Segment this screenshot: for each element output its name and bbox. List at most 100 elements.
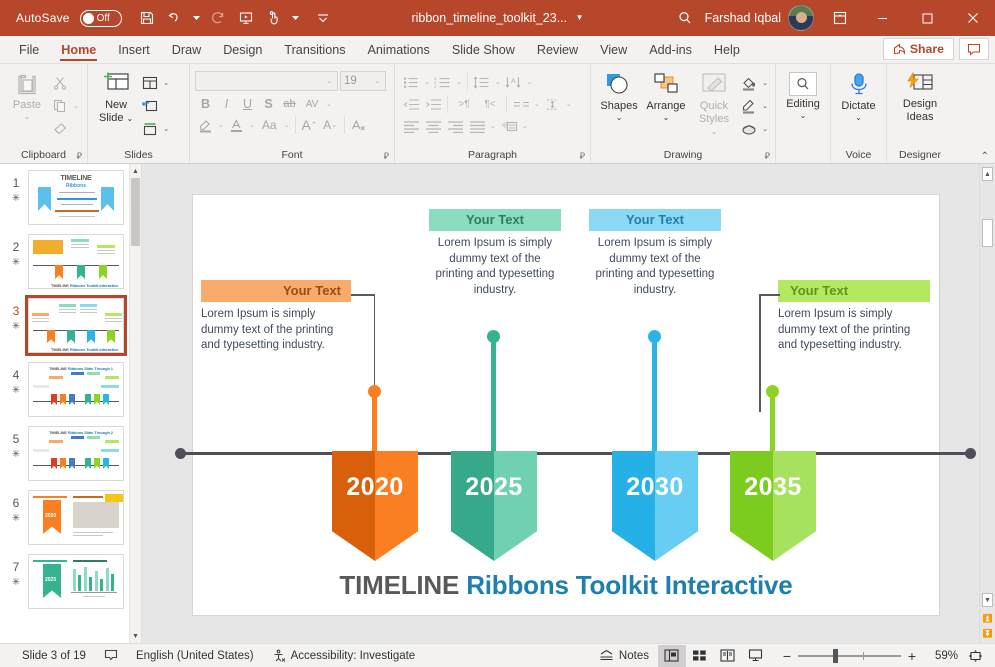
strikethrough-button[interactable]: ab bbox=[279, 94, 300, 114]
arrange-caret[interactable]: ⌄ bbox=[663, 113, 670, 121]
copy-caret[interactable]: ⌄ bbox=[71, 102, 81, 110]
text-direction-icon[interactable]: A bbox=[503, 71, 525, 93]
slide-sorter-icon[interactable] bbox=[686, 645, 714, 667]
character-spacing-button[interactable]: AV bbox=[300, 94, 324, 114]
font-dialog-launcher[interactable]: ⃂ bbox=[384, 151, 389, 162]
design-ideas-button[interactable]: Design Ideas bbox=[897, 69, 943, 123]
notes-button[interactable]: Notes bbox=[590, 644, 658, 667]
zoom-handle[interactable] bbox=[832, 648, 838, 663]
line-spacing-caret[interactable]: ⌄ bbox=[493, 78, 503, 86]
callout-2025[interactable]: Your Text Lorem Ipsum is simply dummy te… bbox=[429, 209, 561, 298]
text-shadow-button[interactable]: S bbox=[258, 94, 279, 114]
callout-2020-header[interactable]: Your Text bbox=[201, 280, 351, 302]
thumb-image-7[interactable]: 2025 bbox=[28, 554, 124, 609]
thumbnail-scroll-thumb[interactable] bbox=[131, 178, 140, 246]
align-left-icon[interactable] bbox=[400, 115, 422, 137]
thumb-image-2[interactable]: TIMELINE Ribbons Toolkit Interactive bbox=[28, 234, 124, 289]
ribbon-banner-2030[interactable]: 2030 bbox=[612, 451, 698, 561]
align-text-icon[interactable] bbox=[542, 93, 564, 115]
shape-outline-icon[interactable] bbox=[738, 95, 760, 117]
collapse-ribbon-icon[interactable]: ⌃ bbox=[981, 151, 989, 162]
decrease-indent-icon[interactable] bbox=[400, 93, 422, 115]
slide-thumbnail-5[interactable]: 5 ✳ TIMELINE Ribbons Slide Through 2 bbox=[4, 426, 141, 481]
section-icon[interactable] bbox=[139, 118, 161, 140]
slide-thumbnail-7[interactable]: 7 ✳ 2025 bbox=[4, 554, 141, 609]
ribbon-banner-2035[interactable]: 2035 bbox=[730, 451, 816, 561]
share-button[interactable]: Share bbox=[882, 38, 954, 60]
highlight-caret[interactable]: ⌄ bbox=[216, 121, 226, 129]
thumb-image-1[interactable]: TIMELINE Ribbons bbox=[28, 170, 124, 225]
previous-slide-button[interactable]: ⏫ bbox=[980, 614, 995, 623]
touch-mode-caret[interactable] bbox=[289, 5, 302, 31]
tab-home[interactable]: Home bbox=[50, 36, 107, 63]
columns-caret[interactable]: ⌄ bbox=[532, 100, 542, 108]
bullets-caret[interactable]: ⌄ bbox=[422, 78, 432, 86]
paste-button[interactable]: Paste ⌄ bbox=[5, 69, 49, 120]
align-text-caret[interactable]: ⌄ bbox=[564, 100, 574, 108]
close-button[interactable] bbox=[950, 0, 995, 36]
shape-outline-caret[interactable]: ⌄ bbox=[760, 102, 770, 110]
tab-animations[interactable]: Animations bbox=[357, 36, 441, 63]
paste-caret[interactable]: ⌄ bbox=[24, 112, 31, 120]
drawing-dialog-launcher[interactable]: ⃂ bbox=[765, 151, 770, 162]
copy-icon[interactable] bbox=[49, 95, 71, 117]
tab-draw[interactable]: Draw bbox=[161, 36, 212, 63]
editing-button[interactable]: Editing ⌄ bbox=[781, 69, 825, 119]
tab-help[interactable]: Help bbox=[703, 36, 751, 63]
line-spacing-icon[interactable] bbox=[471, 71, 493, 93]
editing-caret[interactable]: ⌄ bbox=[800, 111, 807, 119]
shapes-button[interactable]: Shapes ⌄ bbox=[596, 69, 642, 121]
increase-indent-icon[interactable] bbox=[422, 93, 444, 115]
change-case-caret[interactable]: ⌄ bbox=[282, 121, 292, 129]
dictate-caret[interactable]: ⌄ bbox=[855, 113, 862, 121]
text-direction-caret[interactable]: ⌄ bbox=[525, 78, 535, 86]
callout-2035-body[interactable]: Lorem Ipsum is simply dummy text of the … bbox=[778, 302, 930, 354]
font-color-caret[interactable]: ⌄ bbox=[247, 121, 257, 129]
justify-icon[interactable] bbox=[466, 115, 488, 137]
thumb-image-4[interactable]: TIMELINE Ribbons Slide Through 1 bbox=[28, 362, 124, 417]
zoom-out-button[interactable]: − bbox=[776, 648, 798, 664]
ribbon-display-options-icon[interactable] bbox=[820, 10, 860, 26]
ribbon-banner-2020[interactable]: 2020 bbox=[332, 451, 418, 561]
start-presentation-icon[interactable] bbox=[233, 5, 259, 31]
text-highlight-icon[interactable] bbox=[195, 115, 216, 135]
tab-view[interactable]: View bbox=[589, 36, 638, 63]
slide-thumbnail-4[interactable]: 4 ✳ TIMELINE Ribbons Slide Through 1 bbox=[4, 362, 141, 417]
thumbnail-scroll-down[interactable]: ▼ bbox=[130, 629, 141, 643]
left-to-right-icon[interactable]: >¶ bbox=[451, 93, 477, 115]
tab-slide-show[interactable]: Slide Show bbox=[441, 36, 526, 63]
slide-notes-icon[interactable] bbox=[95, 644, 127, 667]
shape-fill-icon[interactable] bbox=[738, 72, 760, 94]
columns-icon[interactable] bbox=[510, 93, 532, 115]
clipboard-dialog-launcher[interactable]: ⃂ bbox=[77, 151, 82, 162]
format-painter-icon[interactable] bbox=[49, 118, 71, 140]
increase-font-size-button[interactable]: A ⌃ bbox=[299, 115, 320, 135]
cut-icon[interactable] bbox=[49, 72, 71, 94]
paragraph-dialog-launcher[interactable]: ⃂ bbox=[580, 151, 585, 162]
callout-2035-header[interactable]: Your Text bbox=[778, 280, 930, 302]
justify-caret[interactable]: ⌄ bbox=[488, 122, 498, 130]
change-case-button[interactable]: Aa bbox=[257, 115, 282, 135]
normal-view-icon[interactable] bbox=[657, 644, 686, 667]
arrange-button[interactable]: Arrange ⌄ bbox=[642, 69, 690, 121]
convert-to-smartart-icon[interactable] bbox=[498, 115, 520, 137]
font-color-icon[interactable] bbox=[226, 115, 247, 135]
zoom-level[interactable]: 59% bbox=[929, 644, 964, 667]
customize-quick-access-icon[interactable] bbox=[310, 5, 336, 31]
numbering-caret[interactable]: ⌄ bbox=[454, 78, 464, 86]
align-center-icon[interactable] bbox=[422, 115, 444, 137]
canvas-scroll-up[interactable]: ▲ bbox=[982, 167, 993, 181]
slide-indicator[interactable]: Slide 3 of 19 bbox=[8, 644, 95, 667]
align-right-icon[interactable] bbox=[444, 115, 466, 137]
maximize-button[interactable] bbox=[905, 0, 950, 36]
fit-slide-to-window-icon[interactable] bbox=[964, 644, 987, 667]
bold-button[interactable]: B bbox=[195, 94, 216, 114]
smartart-caret[interactable]: ⌄ bbox=[520, 122, 530, 130]
font-size-input[interactable]: 19 ⌄ bbox=[340, 71, 386, 91]
callout-2025-header[interactable]: Your Text bbox=[429, 209, 561, 231]
slide-thumbnail-3[interactable]: 3 ✳ TIMELINE Ribbons Toolkit Interactive bbox=[4, 295, 141, 356]
section-caret[interactable]: ⌄ bbox=[161, 125, 171, 133]
ribbon-banner-2025[interactable]: 2025 bbox=[451, 451, 537, 561]
shape-effects-caret[interactable]: ⌄ bbox=[760, 125, 770, 133]
tab-review[interactable]: Review bbox=[526, 36, 589, 63]
